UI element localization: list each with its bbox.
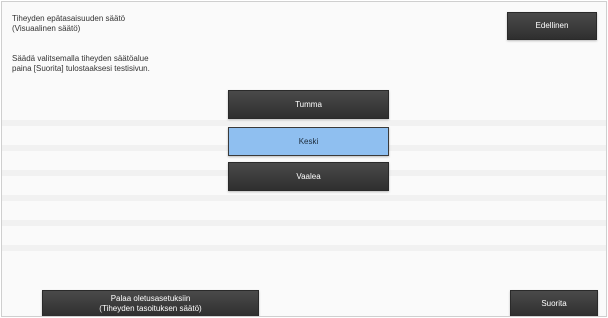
screen-frame: Tiheyden epätasaisuuden säätö (Visuaalin… (1, 1, 607, 317)
option-light-label: Vaalea (296, 171, 321, 181)
run-button[interactable]: Suorita (510, 290, 598, 316)
run-button-label: Suorita (541, 298, 567, 308)
option-dark-label: Tumma (295, 99, 322, 109)
reset-label-line2: (Tiheyden tasoituksen säätö) (99, 303, 202, 313)
instruction-text: Säädä valitsemalla tiheyden säätöalue pa… (12, 54, 252, 74)
background-band (2, 245, 606, 251)
background-band (2, 195, 606, 201)
background-band (2, 120, 606, 126)
instruction-line1: Säädä valitsemalla tiheyden säätöalue (12, 54, 149, 63)
instruction-line2: paina [Suorita] tulostaaksesi testisivun… (12, 64, 150, 73)
page-title-line1: Tiheyden epätasaisuuden säätö (12, 14, 126, 23)
option-medium-label: Keski (298, 136, 319, 146)
reset-defaults-button[interactable]: Palaa oletusasetuksiin (Tiheyden tasoitu… (42, 290, 259, 316)
page-title: Tiheyden epätasaisuuden säätö (Visuaalin… (12, 14, 252, 34)
back-button[interactable]: Edellinen (507, 12, 597, 40)
option-dark-button[interactable]: Tumma (228, 90, 389, 119)
option-medium-button[interactable]: Keski (228, 127, 389, 156)
page-title-line2: (Visuaalinen säätö) (12, 24, 81, 33)
background-band (2, 220, 606, 226)
option-light-button[interactable]: Vaalea (228, 162, 389, 191)
reset-label-line1: Palaa oletusasetuksiin (110, 293, 191, 303)
back-button-label: Edellinen (535, 21, 569, 30)
